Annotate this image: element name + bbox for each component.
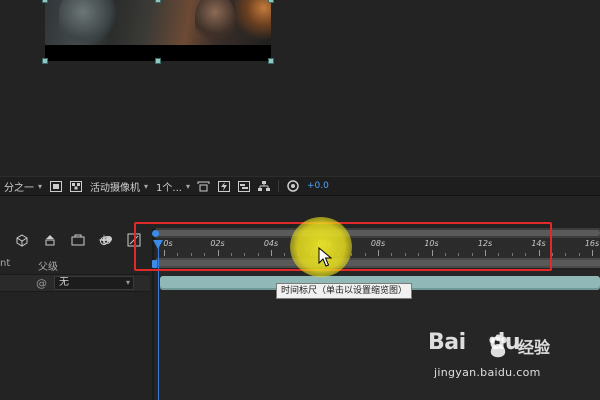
camera-dropdown[interactable]: 活动摄像机 ▾ xyxy=(86,179,152,194)
composition-viewer[interactable] xyxy=(0,0,600,176)
exposure-value[interactable]: +0.0 xyxy=(307,181,329,191)
layer-column-header: nt 父级 xyxy=(0,258,150,273)
chevron-down-icon: ▾ xyxy=(144,181,149,191)
resolution-dropdown[interactable]: 分之一 ▾ xyxy=(0,179,46,194)
timeline-icon[interactable] xyxy=(237,179,251,193)
chevron-down-icon: ▾ xyxy=(125,278,130,287)
draft-3d-icon[interactable] xyxy=(14,232,30,248)
flowchart-icon[interactable] xyxy=(257,179,271,193)
views-dropdown[interactable]: 1个... ▾ xyxy=(152,179,194,194)
transform-handle-bottom-right[interactable] xyxy=(268,58,274,64)
after-effects-window: 分之一 ▾ 活动摄像机 ▾ 1个... ▾ +0.0 nt 父级 @ 无 ▾ 0… xyxy=(0,0,600,400)
frame-blending-icon[interactable] xyxy=(70,232,86,248)
transform-handle-bottom-left[interactable] xyxy=(42,58,48,64)
views-label: 1个... xyxy=(156,182,182,194)
frame-figure-left xyxy=(59,0,119,45)
pick-whip-icon[interactable]: @ xyxy=(36,277,47,290)
column-header-switches: nt xyxy=(0,258,11,269)
composition-frame[interactable] xyxy=(45,0,271,61)
fast-previews-icon[interactable] xyxy=(217,179,231,193)
toggle-pixel-aspect-icon[interactable] xyxy=(197,179,211,193)
panel-gap xyxy=(0,196,600,224)
watermark-cn-text: 经验 xyxy=(518,338,551,357)
ruler-label: 16s xyxy=(584,239,600,248)
parent-dropdown-value: 无 xyxy=(59,277,69,288)
viewer-toolbar: 分之一 ▾ 活动摄像机 ▾ 1个... ▾ +0.0 xyxy=(0,176,600,196)
chevron-down-icon: ▾ xyxy=(185,181,190,191)
timeline-switches-toolbar xyxy=(0,229,154,251)
time-ruler-tooltip: 时间标尺（单击以设置缩览图） xyxy=(276,283,413,299)
mouse-pointer-icon xyxy=(318,246,333,271)
ruler-major-tick xyxy=(592,250,593,256)
sparkle-toolbar xyxy=(96,229,124,251)
region-of-interest-icon[interactable] xyxy=(49,179,63,193)
ruler-minor-tick xyxy=(578,253,580,256)
transform-handle-top-right[interactable] xyxy=(268,0,274,3)
ruler-minor-tick xyxy=(565,253,567,256)
parent-dropdown[interactable]: 无 ▾ xyxy=(54,276,134,290)
layer-list-empty-area xyxy=(0,292,152,400)
transform-handle-top-left[interactable] xyxy=(42,0,48,3)
transform-handle-bottom-center[interactable] xyxy=(155,58,161,64)
watermark-url: jingyan.baidu.com xyxy=(434,366,541,379)
toolbar-divider xyxy=(277,180,279,192)
chevron-down-icon: ▾ xyxy=(38,181,43,191)
resolution-label: 分之一 xyxy=(4,182,34,194)
frame-light-glow xyxy=(235,0,271,40)
frame-figure-right xyxy=(195,0,235,46)
camera-label: 活动摄像机 xyxy=(90,182,141,194)
layer-row[interactable]: @ 无 ▾ xyxy=(0,274,150,292)
column-header-parent[interactable]: 父级 xyxy=(38,258,58,273)
transparency-grid-icon[interactable] xyxy=(69,179,83,193)
baidu-paw-icon xyxy=(486,334,510,364)
sparkle-icon[interactable] xyxy=(96,232,112,248)
baidu-jingyan-watermark: Baidu 经验 jingyan.baidu.com xyxy=(428,330,578,388)
watermark-logo-prefix: Bai xyxy=(428,330,466,355)
ruler-minor-tick xyxy=(551,253,553,256)
transform-handle-top-center[interactable] xyxy=(155,0,161,3)
reset-exposure-icon[interactable] xyxy=(286,179,300,193)
shy-layers-icon[interactable] xyxy=(42,232,58,248)
